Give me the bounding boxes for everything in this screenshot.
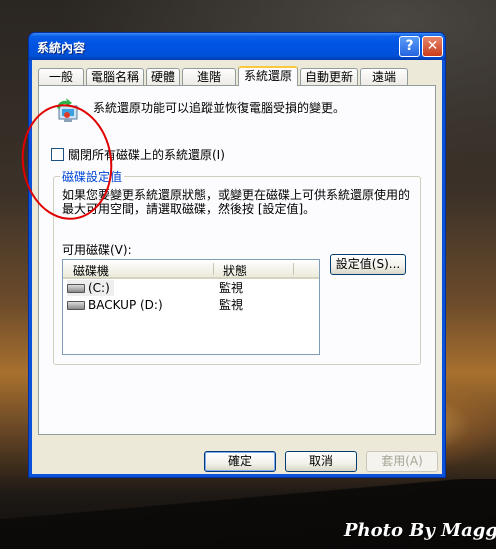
hard-drive-icon: [67, 301, 85, 310]
column-status[interactable]: 狀態: [223, 262, 247, 279]
list-header: 磁碟機 狀態: [63, 260, 319, 279]
tab-remote[interactable]: 遠端: [360, 68, 408, 85]
close-button[interactable]: ✕: [422, 36, 443, 57]
tab-advanced[interactable]: 進階: [182, 68, 236, 85]
help-button[interactable]: ?: [399, 36, 420, 57]
drive-row-c[interactable]: (C:) 監視: [63, 280, 319, 297]
drive-name-cell: (C:): [67, 280, 114, 296]
tab-computer-name[interactable]: 電腦名稱: [86, 68, 144, 85]
tab-automatic-updates[interactable]: 自動更新: [300, 68, 358, 85]
question-icon: ?: [405, 38, 414, 54]
ok-button[interactable]: 確定: [204, 451, 276, 472]
close-icon: ✕: [426, 38, 439, 54]
drive-row-d[interactable]: BACKUP (D:) 監視: [63, 297, 319, 314]
apply-button: 套用(A): [366, 451, 438, 472]
drive-settings-group: 磁碟設定值 如果您要變更系統還原狀態，或變更在磁碟上可供系統還原使用的最大可用空…: [53, 168, 421, 365]
tab-system-restore[interactable]: 系統還原: [238, 66, 298, 86]
settings-button[interactable]: 設定值(S)...: [330, 254, 406, 275]
hard-drive-icon: [67, 284, 85, 293]
available-drives-label: 可用磁碟(V):: [62, 243, 132, 257]
group-description: 如果您要變更系統還原狀態，或變更在磁碟上可供系統還原使用的最大可用空間，請選取磁…: [62, 188, 411, 216]
drive-name-cell: BACKUP (D:): [67, 297, 167, 313]
drive-status: 監視: [219, 298, 244, 312]
cancel-button[interactable]: 取消: [285, 451, 357, 472]
photo-watermark: Photo By Maggie: [344, 520, 496, 541]
column-separator[interactable]: [213, 263, 214, 275]
drive-name: (C:): [88, 281, 110, 295]
column-separator[interactable]: [293, 263, 294, 275]
tab-general[interactable]: 一般: [38, 68, 84, 85]
window-title: 系統內容: [37, 41, 86, 55]
drive-list[interactable]: 磁碟機 狀態 (C:) 監視 BACKUP (D:) 監視: [62, 259, 320, 355]
drive-status: 監視: [219, 281, 244, 295]
system-properties-window: 系統內容 ? ✕ 一般 電腦名稱 硬體 進階 系統還原 自動更新 遠端 系統還原…: [28, 32, 446, 478]
intro-text: 系統還原功能可以追蹤並恢復電腦受損的變更。: [93, 101, 346, 115]
column-drive[interactable]: 磁碟機: [73, 262, 109, 279]
tab-hardware[interactable]: 硬體: [146, 68, 180, 85]
drive-name: BACKUP (D:): [88, 298, 163, 312]
title-bar[interactable]: 系統內容 ? ✕: [29, 33, 445, 60]
